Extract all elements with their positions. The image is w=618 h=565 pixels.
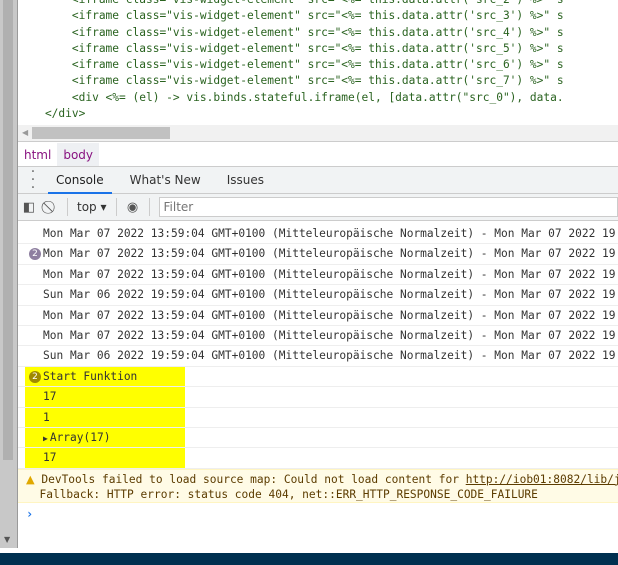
- warning-text: DevTools failed to load source map: Coul…: [41, 472, 466, 486]
- filter-input[interactable]: [158, 197, 618, 217]
- console-message: Mon Mar 07 2022 13:59:04 GMT+0100 (Mitte…: [18, 306, 618, 326]
- message-text: Start Funktion: [43, 369, 138, 383]
- taskbar: [0, 553, 618, 565]
- context-label: top: [77, 200, 97, 214]
- source-map-link[interactable]: http://iob01:8082/lib/js: [466, 473, 618, 486]
- tab-whats-new[interactable]: What's New: [122, 167, 209, 194]
- warning-icon: ▲: [26, 472, 35, 486]
- message-text: 1: [43, 410, 50, 424]
- horizontal-scrollbar[interactable]: ◀: [18, 125, 618, 142]
- divider: [148, 198, 150, 216]
- scroll-left-arrow-icon[interactable]: ◀: [22, 128, 28, 137]
- console-prompt-input[interactable]: ›: [18, 503, 618, 525]
- message-text: Sun Mar 06 2022 19:59:04 GMT+0100 (Mitte…: [43, 349, 618, 363]
- console-message: 1: [18, 407, 618, 428]
- message-text: 17: [43, 390, 57, 404]
- more-options-icon[interactable]: · · ·: [18, 165, 48, 195]
- message-text: Mon Mar 07 2022 13:59:04 GMT+0100 (Mitte…: [43, 328, 618, 342]
- expand-triangle-icon[interactable]: ▶: [43, 434, 48, 443]
- breadcrumb-body[interactable]: body: [57, 143, 100, 166]
- tab-console[interactable]: Console: [48, 167, 112, 194]
- message-text: Array(17): [49, 430, 111, 444]
- code-line[interactable]: </div>: [18, 106, 618, 122]
- elements-source: <iframe class="vis-widget-element" src="…: [18, 0, 618, 122]
- code-line[interactable]: <iframe class="vis-widget-element" src="…: [18, 57, 618, 73]
- code-line[interactable]: <iframe class="vis-widget-element" src="…: [18, 0, 618, 8]
- sidebar-toggle-icon[interactable]: ◧: [18, 200, 40, 215]
- scroll-down-arrow-icon[interactable]: ▼: [4, 535, 10, 544]
- divider: [115, 198, 117, 216]
- message-text: 17: [43, 451, 57, 465]
- divider: [67, 198, 68, 216]
- eye-icon[interactable]: ◉: [122, 200, 144, 215]
- repeat-count-badge: 2: [29, 370, 41, 383]
- console-message: Mon Mar 07 2022 13:59:04 GMT+0100 (Mitte…: [18, 326, 618, 347]
- console-messages: Mon Mar 07 2022 13:59:04 GMT+0100 (Mitte…: [18, 224, 618, 525]
- console-message[interactable]: ▶ Array(17): [18, 427, 618, 449]
- repeat-count-badge: 2: [29, 248, 41, 261]
- console-message: 2 Start Funktion: [18, 366, 618, 388]
- tab-issues[interactable]: Issues: [219, 167, 272, 194]
- code-line[interactable]: <iframe class="vis-widget-element" src="…: [18, 41, 618, 57]
- devtools-panel: <iframe class="vis-widget-element" src="…: [18, 0, 618, 548]
- message-text: Sun Mar 06 2022 19:59:04 GMT+0100 (Mitte…: [43, 288, 618, 302]
- console-message: 17: [18, 387, 618, 408]
- context-selector[interactable]: top ▾: [73, 200, 111, 214]
- console-message: Mon Mar 07 2022 13:59:04 GMT+0100 (Mitte…: [18, 265, 618, 286]
- message-text: Mon Mar 07 2022 13:59:04 GMT+0100 (Mitte…: [43, 308, 618, 322]
- breadcrumb: html body: [18, 143, 618, 167]
- warning-text-line2: Fallback: HTTP error: status code 404, n…: [39, 487, 538, 501]
- warning-message: ▲ DevTools failed to load source map: Co…: [18, 468, 618, 503]
- scrollbar-thumb[interactable]: [32, 127, 170, 139]
- message-text: Mon Mar 07 2022 13:59:04 GMT+0100 (Mitte…: [43, 247, 618, 261]
- console-message: Mon Mar 07 2022 13:59:04 GMT+0100 (Mitte…: [18, 224, 618, 245]
- message-text: Mon Mar 07 2022 13:59:04 GMT+0100 (Mitte…: [43, 267, 618, 281]
- page-vertical-scrollbar[interactable]: ▼: [0, 0, 18, 548]
- console-message: 17: [18, 448, 618, 469]
- code-line[interactable]: <iframe class="vis-widget-element" src="…: [18, 25, 618, 41]
- code-line[interactable]: <iframe class="vis-widget-element" src="…: [18, 8, 618, 24]
- scrollbar-thumb[interactable]: [3, 0, 13, 460]
- breadcrumb-html[interactable]: html: [18, 143, 57, 166]
- code-line[interactable]: <div <%= (el) -> vis.binds.stateful.ifra…: [18, 90, 618, 106]
- drawer-tabs: · · · Console What's New Issues: [18, 165, 618, 195]
- console-message: Sun Mar 06 2022 19:59:04 GMT+0100 (Mitte…: [18, 285, 618, 306]
- console-toolbar: ◧ ⃠ top ▾ ◉: [18, 194, 618, 221]
- console-message: 2 Mon Mar 07 2022 13:59:04 GMT+0100 (Mitt…: [18, 244, 618, 265]
- clear-console-icon[interactable]: ⃠: [40, 200, 62, 215]
- message-text: Mon Mar 07 2022 13:59:04 GMT+0100 (Mitte…: [43, 227, 618, 240]
- console-message: Sun Mar 06 2022 19:59:04 GMT+0100 (Mitte…: [18, 346, 618, 367]
- code-line[interactable]: <iframe class="vis-widget-element" src="…: [18, 73, 618, 89]
